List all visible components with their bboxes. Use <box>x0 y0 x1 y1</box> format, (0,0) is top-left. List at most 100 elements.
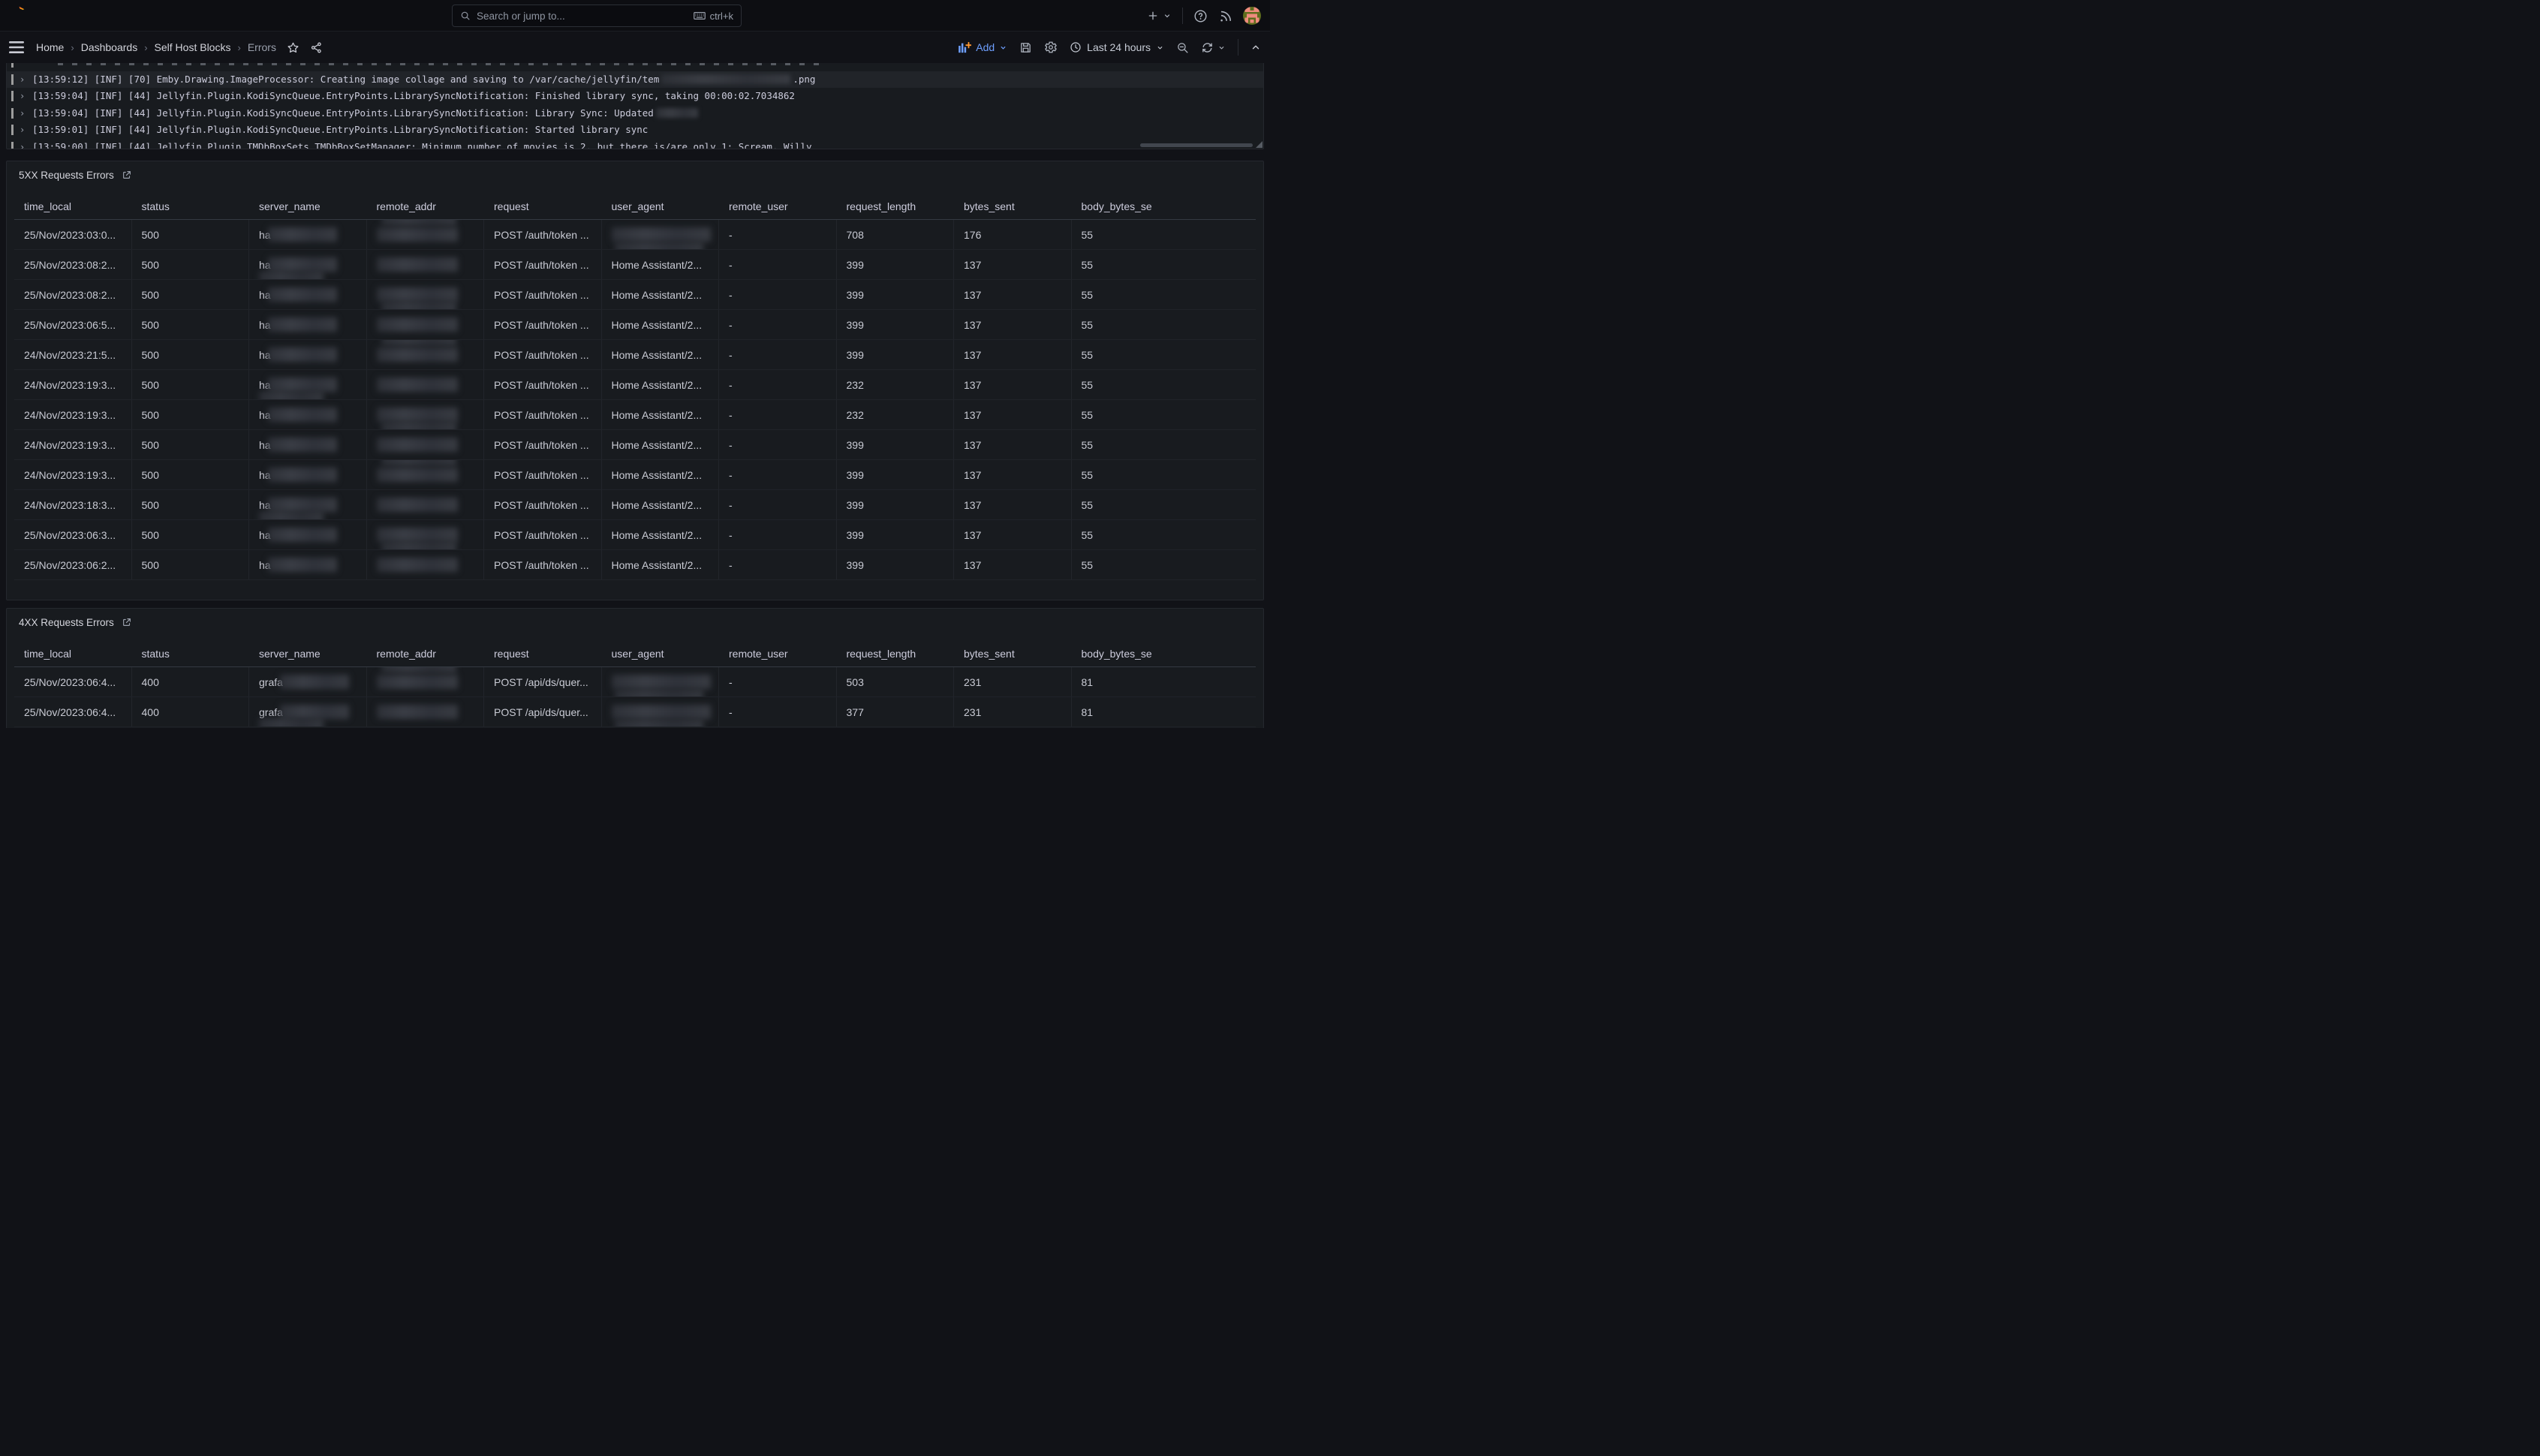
breadcrumb-item-home[interactable]: Home <box>36 41 64 53</box>
column-header-request_length[interactable]: request_length <box>837 193 955 219</box>
user-avatar[interactable] <box>1243 7 1261 25</box>
cell-body_bytes_sent: 55 <box>1072 550 1256 579</box>
cell-body_bytes_sent: 55 <box>1072 490 1256 519</box>
share-icon[interactable] <box>310 41 323 54</box>
table-row[interactable]: 24/Nov/2023:19:3...500haPOST /auth/token… <box>14 430 1256 460</box>
menu-icon[interactable] <box>9 41 24 53</box>
log-row[interactable]: ›[13:59:01] [INF] [44] Jellyfin.Plugin.K… <box>7 122 1263 139</box>
cell-remote_addr <box>367 250 485 279</box>
logs-horizontal-scrollbar[interactable] <box>1140 143 1253 147</box>
cell-remote_user: - <box>719 697 837 726</box>
cell-request: POST /auth/token ... <box>484 310 602 339</box>
table-row[interactable]: 24/Nov/2023:19:3...500haPOST /auth/token… <box>14 460 1256 490</box>
zoom-out-icon[interactable] <box>1176 41 1189 54</box>
column-header-remote_user[interactable]: remote_user <box>719 640 837 666</box>
log-row[interactable]: ›[13:59:12] [INF] [70] Emby.Drawing.Imag… <box>7 71 1263 89</box>
column-header-status[interactable]: status <box>132 640 250 666</box>
cell-server_name: ha <box>249 550 367 579</box>
table-row[interactable]: 25/Nov/2023:08:2...500haPOST /auth/token… <box>14 250 1256 280</box>
table-row[interactable]: 24/Nov/2023:18:3...500haPOST /auth/token… <box>14 490 1256 520</box>
expand-chevron-icon[interactable]: › <box>20 139 25 150</box>
table-row[interactable]: 25/Nov/2023:03:0...500haPOST /auth/token… <box>14 220 1256 250</box>
cell-body_bytes_sent: 55 <box>1072 250 1256 279</box>
expand-chevron-icon[interactable]: › <box>20 122 25 139</box>
add-panel-icon <box>959 42 971 53</box>
column-header-bytes_sent[interactable]: bytes_sent <box>954 640 1072 666</box>
table-row[interactable]: 24/Nov/2023:19:3...500haPOST /auth/token… <box>14 400 1256 430</box>
cell-request: POST /auth/token ... <box>484 520 602 549</box>
table-row[interactable]: 24/Nov/2023:19:3...500haPOST /auth/token… <box>14 370 1256 400</box>
table-row[interactable]: 25/Nov/2023:06:2...500haPOST /auth/token… <box>14 550 1256 580</box>
news-icon[interactable] <box>1218 9 1232 23</box>
expand-chevron-icon[interactable]: › <box>20 71 25 89</box>
table-row[interactable]: 25/Nov/2023:06:4...400grafaPOST /api/ds/… <box>14 667 1256 697</box>
cell-body_bytes_sent: 55 <box>1072 400 1256 429</box>
column-header-server_name[interactable]: server_name <box>249 193 367 219</box>
column-header-request[interactable]: request <box>484 640 602 666</box>
new-button[interactable] <box>1147 10 1172 22</box>
time-range-picker[interactable]: Last 24 hours <box>1070 41 1164 53</box>
cell-request: POST /auth/token ... <box>484 550 602 579</box>
column-header-time_local[interactable]: time_local <box>14 640 132 666</box>
cell-request_length: 399 <box>837 460 955 489</box>
table-row[interactable]: 24/Nov/2023:21:5...500haPOST /auth/token… <box>14 340 1256 370</box>
log-row[interactable]: ›[13:59:04] [INF] [44] Jellyfin.Plugin.K… <box>7 105 1263 122</box>
cell-remote_addr <box>367 550 485 579</box>
cell-user_agent: Home Assistant/2... <box>602 550 720 579</box>
breadcrumb-item-dashboards[interactable]: Dashboards <box>81 41 138 53</box>
breadcrumb-item-self-host-blocks[interactable]: Self Host Blocks <box>155 41 231 53</box>
cell-request: POST /auth/token ... <box>484 400 602 429</box>
refresh-button[interactable] <box>1201 41 1226 54</box>
cell-time_local: 25/Nov/2023:06:4... <box>14 667 132 696</box>
column-header-server_name[interactable]: server_name <box>249 640 367 666</box>
grafana-logo-icon[interactable] <box>10 6 28 26</box>
table-row[interactable]: 25/Nov/2023:06:4...400grafaPOST /api/ds/… <box>14 697 1256 727</box>
column-header-body_bytes_se[interactable]: body_bytes_se <box>1072 640 1256 666</box>
panel-resize-handle[interactable] <box>1256 141 1262 148</box>
column-header-status[interactable]: status <box>132 193 250 219</box>
redacted-value <box>268 257 337 272</box>
cell-status: 500 <box>132 490 250 519</box>
cell-status: 500 <box>132 220 250 249</box>
expand-chevron-icon[interactable]: › <box>20 88 25 105</box>
cell-body_bytes_sent: 55 <box>1072 220 1256 249</box>
cell-user_agent: Home Assistant/2... <box>602 490 720 519</box>
column-header-remote_user[interactable]: remote_user <box>719 193 837 219</box>
log-row[interactable]: ›[13:59:00] [INF] [44] Jellyfin.Plugin.T… <box>7 139 1263 150</box>
table-row[interactable]: 25/Nov/2023:08:2...500haPOST /auth/token… <box>14 280 1256 310</box>
column-header-time_local[interactable]: time_local <box>14 193 132 219</box>
log-row[interactable]: ›[13:59:04] [INF] [44] Jellyfin.Plugin.K… <box>7 88 1263 105</box>
cell-request: POST /auth/token ... <box>484 220 602 249</box>
redacted-value <box>381 340 456 346</box>
external-link-icon[interactable] <box>122 170 132 180</box>
cell-user_agent: Home Assistant/2... <box>602 280 720 309</box>
cell-server_name: grafa <box>249 667 367 696</box>
column-header-bytes_sent[interactable]: bytes_sent <box>954 193 1072 219</box>
save-dashboard-icon[interactable] <box>1019 41 1032 54</box>
global-search-input[interactable]: Search or jump to... ctrl+k <box>452 5 742 27</box>
column-header-remote_addr[interactable]: remote_addr <box>367 193 485 219</box>
column-header-request[interactable]: request <box>484 193 602 219</box>
cell-remote_addr <box>367 490 485 519</box>
redacted-value <box>268 378 337 392</box>
help-icon[interactable] <box>1193 9 1208 23</box>
cell-status: 500 <box>132 370 250 399</box>
expand-chevron-icon[interactable]: › <box>20 105 25 122</box>
favorite-star-icon[interactable] <box>287 41 299 54</box>
column-header-request_length[interactable]: request_length <box>837 640 955 666</box>
column-header-remote_addr[interactable]: remote_addr <box>367 640 485 666</box>
log-row-partial-top[interactable] <box>7 63 1263 71</box>
add-button[interactable]: Add <box>959 41 1007 53</box>
cell-request: POST /auth/token ... <box>484 250 602 279</box>
table-row[interactable]: 25/Nov/2023:06:3...500haPOST /auth/token… <box>14 520 1256 550</box>
redacted-value <box>268 347 337 362</box>
column-header-user_agent[interactable]: user_agent <box>602 640 720 666</box>
search-icon <box>460 11 471 21</box>
collapse-up-icon[interactable] <box>1250 42 1261 53</box>
table-row[interactable]: 25/Nov/2023:06:5...500haPOST /auth/token… <box>14 310 1256 340</box>
external-link-icon[interactable] <box>122 617 132 627</box>
column-header-body_bytes_se[interactable]: body_bytes_se <box>1072 193 1256 219</box>
dashboard-settings-icon[interactable] <box>1044 41 1058 54</box>
cell-request_length: 232 <box>837 400 955 429</box>
column-header-user_agent[interactable]: user_agent <box>602 193 720 219</box>
